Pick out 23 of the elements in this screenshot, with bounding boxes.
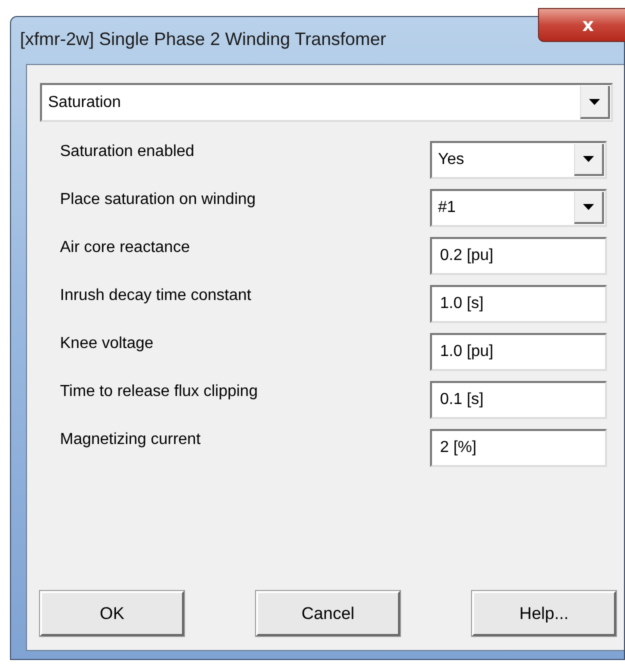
dialog-button[interactable]: Help...: [472, 591, 616, 636]
input-field[interactable]: 0.1 [s]: [430, 381, 607, 419]
window-title: [xfmr-2w] Single Phase 2 Winding Transfomer: [20, 29, 386, 50]
field-label: Time to release flux clipping: [59, 383, 259, 401]
input-field[interactable]: 2 [%]: [430, 429, 607, 467]
dropdown-field[interactable]: #1: [430, 189, 607, 227]
category-dropdown[interactable]: Saturation: [40, 83, 613, 122]
dialog-button[interactable]: Cancel: [256, 591, 400, 636]
close-button[interactable]: x: [538, 8, 625, 42]
input-field[interactable]: 1.0 [s]: [430, 285, 607, 323]
field-label: Place saturation on winding: [59, 191, 257, 209]
dropdown-arrow-icon: [583, 204, 594, 210]
dropdown-arrow-icon: [583, 156, 594, 162]
input-field[interactable]: 1.0 [pu]: [430, 333, 607, 371]
dialog-button[interactable]: OK: [40, 591, 184, 636]
dropdown-field[interactable]: Yes: [430, 141, 607, 179]
field-label: Magnetizing current: [59, 431, 202, 449]
field-label: Inrush decay time constant: [59, 287, 252, 305]
field-label: Saturation enabled: [59, 143, 196, 161]
field-label: Air core reactance: [59, 239, 191, 257]
dropdown-arrow-icon: [589, 98, 600, 104]
input-field[interactable]: 0.2 [pu]: [430, 237, 607, 275]
field-label: Knee voltage: [59, 335, 154, 353]
